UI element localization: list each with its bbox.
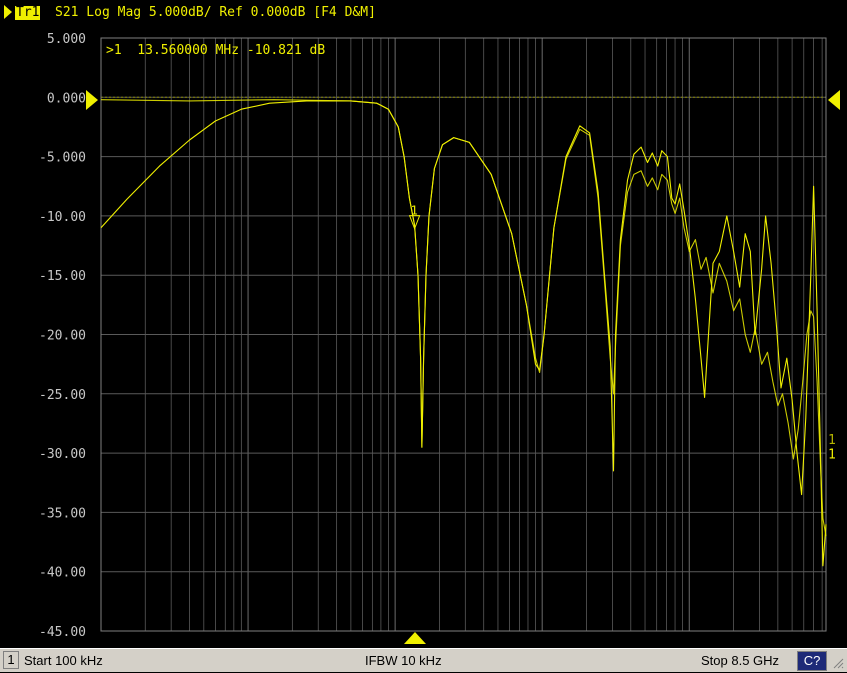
channel-indicator[interactable]: 1 xyxy=(3,651,19,669)
y-tick-label: -15.00 xyxy=(39,269,86,284)
chart: 5.000 0.000 -5.000 -10.00 -15.00 -20.00 -25.00… xyxy=(0,26,847,648)
y-tick-label: -25.00 xyxy=(39,388,86,403)
status-bar: 1 Start 100 kHz IFBW 10 kHz Stop 8.5 GHz… xyxy=(0,648,847,672)
y-tick-label: -40.00 xyxy=(39,566,86,581)
start-frequency[interactable]: Start 100 kHz xyxy=(24,652,103,669)
plot-background xyxy=(0,26,847,648)
y-tick-label: -45.00 xyxy=(39,625,86,640)
active-trace-tag[interactable]: Tr1 xyxy=(15,6,41,20)
y-tick-label: -20.00 xyxy=(39,329,86,344)
trace-title-bar: Tr1 S21 Log Mag 5.000dB/ Ref 0.000dB [F4… xyxy=(0,0,847,26)
y-tick-label: -30.00 xyxy=(39,447,86,462)
y-tick-label: -5.000 xyxy=(39,151,86,166)
trace-end-label: 1 xyxy=(828,447,836,462)
trace-title[interactable]: S21 Log Mag 5.000dB/ Ref 0.000dB [F4 D&M… xyxy=(55,5,376,21)
y-tick-label: -10.00 xyxy=(39,210,86,225)
active-trace-arrow-icon xyxy=(4,5,12,19)
ifbw-value[interactable]: IFBW 10 kHz xyxy=(365,652,442,669)
marker-readout: >1 13.560000 MHz -10.821 dB xyxy=(106,43,325,58)
marker-1-label: 1 xyxy=(411,204,418,218)
y-tick-label: 0.000 xyxy=(47,91,86,106)
resize-grip-icon xyxy=(830,651,844,669)
stop-frequency[interactable]: Stop 8.5 GHz xyxy=(701,652,779,669)
y-tick-label: 5.000 xyxy=(47,32,86,47)
trace-end-labels: 11 xyxy=(828,433,836,462)
calibration-status[interactable]: C? xyxy=(797,651,827,671)
trace-end-label: 1 xyxy=(828,433,836,448)
y-tick-label: -35.00 xyxy=(39,506,86,521)
